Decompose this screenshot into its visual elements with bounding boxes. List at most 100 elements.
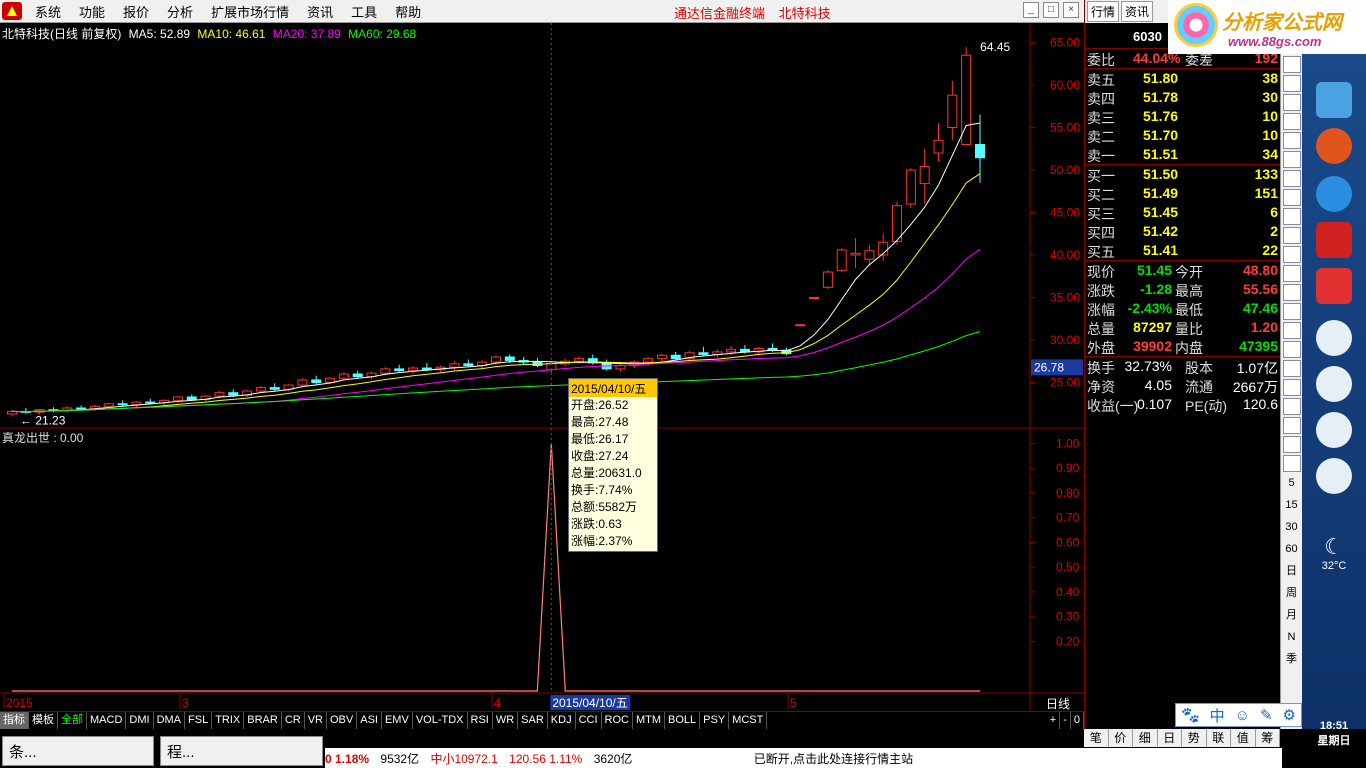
candle-body[interactable]	[352, 373, 363, 378]
indicator-tab[interactable]: PSY	[700, 712, 730, 729]
indicator-tab[interactable]: 模板	[29, 712, 58, 729]
indicator-tab[interactable]: MCST	[729, 712, 768, 729]
menu-analysis[interactable]: 分析	[158, 2, 202, 21]
candle-body[interactable]	[228, 392, 239, 396]
folder-icon[interactable]	[1316, 82, 1352, 118]
menu-function[interactable]: 功能	[70, 2, 114, 21]
candle-body[interactable]	[394, 368, 405, 372]
candle-body[interactable]	[933, 139, 944, 154]
candle-body[interactable]	[338, 373, 349, 379]
candle-body[interactable]	[463, 363, 474, 366]
indicator-tab[interactable]: FSL	[185, 712, 213, 729]
toolbar-icon[interactable]	[1282, 189, 1301, 206]
candle-body[interactable]	[573, 358, 584, 362]
candle-body[interactable]	[864, 250, 875, 260]
app-icon[interactable]	[1316, 268, 1352, 304]
period-button[interactable]: 季	[1281, 648, 1302, 670]
candle-body[interactable]	[186, 396, 197, 401]
toolbar-icon[interactable]	[1282, 170, 1301, 187]
period-button[interactable]: N	[1281, 626, 1302, 648]
toolbar-icon[interactable]	[1282, 151, 1301, 168]
candle-body[interactable]	[214, 392, 225, 397]
candle-body[interactable]	[145, 401, 156, 404]
toolbar-icon[interactable]	[1282, 322, 1301, 339]
candle-body[interactable]	[726, 348, 737, 353]
candle-body[interactable]	[255, 387, 266, 392]
ime-mode[interactable]: 中	[1210, 705, 1225, 726]
indicator-control[interactable]: 0	[1071, 712, 1084, 729]
indicator-tab[interactable]: SAR	[518, 712, 548, 729]
indicator-tab[interactable]: CR	[282, 712, 305, 729]
candle-body[interactable]	[947, 94, 958, 128]
detail-tab[interactable]: 筹	[1256, 729, 1280, 747]
period-label[interactable]: 日线	[1032, 695, 1084, 711]
candle-body[interactable]	[656, 354, 667, 360]
browser-icon[interactable]	[1316, 128, 1352, 164]
period-button[interactable]: 30	[1281, 516, 1302, 538]
candle-body[interactable]	[103, 403, 114, 407]
indicator-tab[interactable]: CCI	[576, 712, 602, 729]
indicator-tab[interactable]: VR	[305, 712, 327, 729]
candle-body[interactable]	[643, 358, 654, 363]
toolbar-icon[interactable]	[1282, 246, 1301, 263]
indicator-tab[interactable]: DMA	[154, 712, 186, 729]
pen-icon[interactable]: ✎	[1260, 706, 1273, 724]
palette-icon[interactable]	[1316, 320, 1352, 356]
indicator-tab[interactable]: MACD	[87, 712, 127, 729]
candle-body[interactable]	[975, 144, 985, 159]
toolbar-icon[interactable]	[1282, 303, 1301, 320]
indicator-control[interactable]: -	[1060, 712, 1071, 729]
indicator-control[interactable]: +	[1047, 712, 1061, 729]
toolbar-icon[interactable]	[1282, 75, 1301, 92]
menu-system[interactable]: 系统	[26, 2, 70, 21]
detail-tab[interactable]: 值	[1231, 729, 1256, 747]
paw-icon[interactable]: 🐾	[1181, 706, 1200, 724]
indicator-tab[interactable]: 全部	[58, 712, 87, 729]
toolbar-icon[interactable]	[1282, 56, 1301, 73]
candle-body[interactable]	[850, 252, 861, 256]
palette-icon[interactable]	[1316, 412, 1352, 448]
toolbar-icon[interactable]	[1282, 360, 1301, 377]
toolbar-icon[interactable]	[1282, 227, 1301, 244]
indicator-tab[interactable]: ASI	[357, 712, 382, 729]
detail-tab[interactable]: 日	[1158, 729, 1182, 747]
connection-status[interactable]: 已断开,点击此处连接行情主站	[754, 752, 913, 766]
menu-news[interactable]: 资讯	[298, 2, 342, 21]
indicator-tab[interactable]: TRIX	[212, 712, 245, 729]
period-button[interactable]: 15	[1281, 494, 1302, 516]
period-button[interactable]: 60	[1281, 538, 1302, 560]
indicator-tab[interactable]: OBV	[327, 712, 358, 729]
menu-tools[interactable]: 工具	[342, 2, 386, 21]
detail-tab[interactable]: 笔	[1084, 729, 1109, 747]
indicator-tab[interactable]: BRAR	[244, 712, 282, 729]
close-icon[interactable]: ×	[1063, 2, 1079, 18]
candle-body[interactable]	[822, 271, 833, 288]
indicator-tab[interactable]: 指标	[0, 712, 29, 729]
toolbar-icon[interactable]	[1282, 113, 1301, 130]
candle-body[interactable]	[117, 403, 128, 406]
candle-body[interactable]	[76, 407, 87, 410]
emoji-icon[interactable]: ☺	[1235, 707, 1250, 724]
candle-body[interactable]	[919, 166, 930, 185]
candle-body[interactable]	[449, 363, 460, 368]
candle-body[interactable]	[504, 356, 515, 361]
toolbar-icon[interactable]	[1282, 417, 1301, 434]
candle-body[interactable]	[809, 297, 820, 299]
candle-body[interactable]	[961, 54, 972, 145]
restore-icon[interactable]: □	[1043, 2, 1059, 18]
toolbar-icon[interactable]	[1282, 436, 1301, 453]
toolbar-icon[interactable]	[1282, 284, 1301, 301]
indicator-tab[interactable]: VOL-TDX	[413, 712, 468, 729]
candle-body[interactable]	[408, 367, 419, 372]
palette-icon[interactable]	[1316, 366, 1352, 402]
calendar-icon[interactable]	[1316, 222, 1352, 258]
candle-body[interactable]	[131, 401, 142, 406]
indicator-tab[interactable]: KDJ	[548, 712, 576, 729]
palette-icon[interactable]	[1316, 458, 1352, 494]
tab-news[interactable]: 资讯	[1121, 1, 1154, 22]
task-window-1[interactable]: 条...	[2, 736, 154, 766]
indicator-tab[interactable]: WR	[493, 712, 519, 729]
indicator-tab[interactable]: MTM	[633, 712, 666, 729]
menu-ext-market[interactable]: 扩展市场行情	[202, 2, 298, 21]
candle-body[interactable]	[269, 387, 280, 390]
